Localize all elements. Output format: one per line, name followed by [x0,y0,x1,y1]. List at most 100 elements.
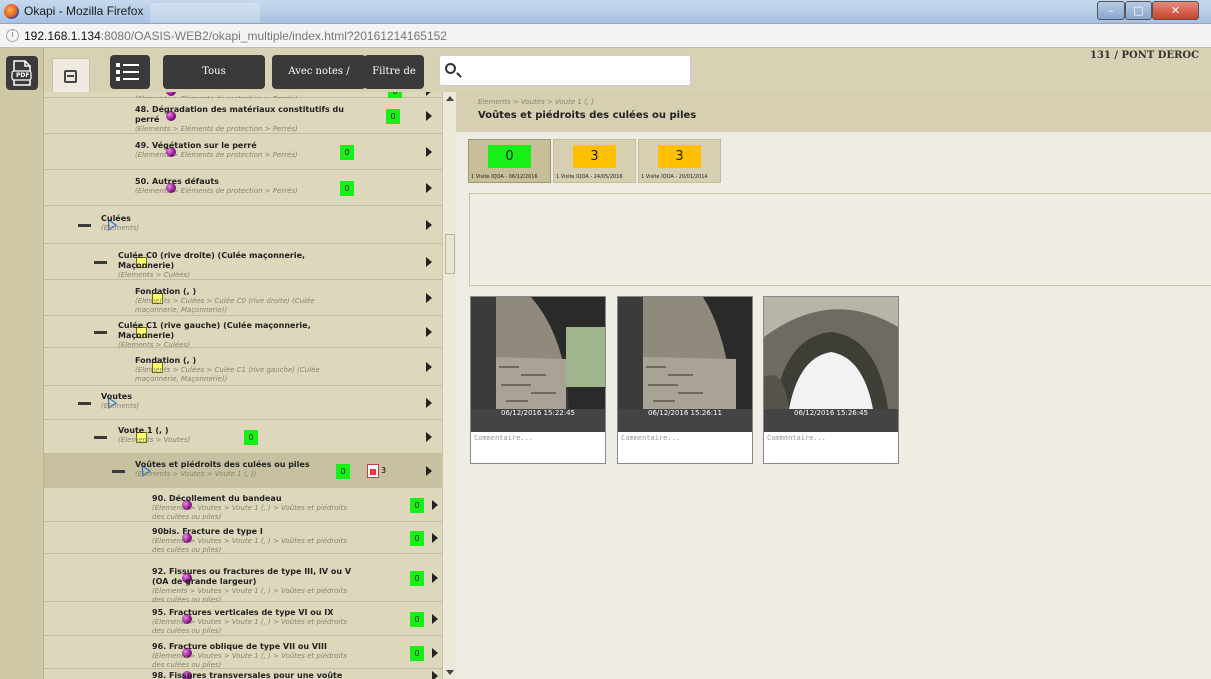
info-icon[interactable]: i [6,29,19,42]
visit-score: 3 [573,145,616,168]
photo-count: 3 [381,466,387,475]
tree-item-label: 48. Dégradation des matériaux constituti… [135,105,344,124]
tree-row[interactable]: 90. Décollement du bandeau (Elements > Vo… [44,488,442,522]
tree-item-label: Culée C1 (rive gauche) (Culée maçonnerie… [118,321,311,340]
tree-row[interactable]: Voûtes et piédroits des culées ou piles(… [44,454,442,488]
notes-area[interactable] [469,193,1211,286]
note-filter-button[interactable]: Filtre de notes [364,55,424,111]
collapse-tab[interactable] [52,58,90,92]
expand-arrow-icon[interactable] [426,183,432,193]
tree-row[interactable]: Voutes (Elements) [44,386,442,420]
tree-item-label: Fondation (, ) [135,356,197,365]
scroll-up-icon[interactable] [446,96,454,101]
expand-arrow-icon[interactable] [432,500,438,510]
tree-row[interactable]: Fondation (, ) (Elements > Culées > Culée… [44,348,442,386]
list-view-button[interactable] [110,55,150,89]
expand-arrow-icon[interactable] [426,92,432,96]
bridge-photo[interactable]: 06/12/2016 15:26:45 [764,297,898,432]
element-tree: (Elements > Eléments de protection > Per… [44,92,442,679]
filter-notes-photos-button[interactable]: Avec notes / photos [272,55,366,111]
collapse-icon[interactable] [78,224,91,227]
expand-arrow-icon[interactable] [432,671,438,679]
visit-label: 1 Visite IQOA - 24/05/2016 [556,174,623,180]
tree-row[interactable]: 92. Fissures ou fractures de type III, I… [44,554,442,604]
expand-arrow-icon[interactable] [426,220,432,230]
expand-arrow-icon[interactable] [432,533,438,543]
expand-arrow-icon[interactable] [432,573,438,583]
photo-file-icon[interactable] [367,464,379,478]
defect-count-badge: 0 [336,464,350,479]
collapse-icon[interactable] [94,261,107,264]
tree-row[interactable]: Culées (Elements) [44,206,442,244]
photo-comment-input[interactable]: Commentaire... [621,434,680,442]
page-title: Voûtes et piédroits des culées ou piles [478,110,697,121]
tree-row[interactable]: 98. Fissures transversales pour une voût… [44,669,442,679]
tree-item-label: 50. Autres défauts [135,177,219,186]
tree-row[interactable]: 90bis. Fracture de type I (Elements > Vou… [44,522,442,554]
tree-item-label: 96. Fracture oblique de type VII ou VIII [152,641,327,651]
filter-all-button[interactable]: Tous [163,55,265,89]
visit-tab[interactable]: 3 1 Visite IQOA - 24/05/2016 [553,139,636,183]
tree-row[interactable]: 95. Fractures verticales de type VI ou I… [44,602,442,636]
tree-row[interactable]: 49. Végétation sur le perré (Elements > E… [44,134,442,170]
expand-arrow-icon[interactable] [426,362,432,372]
tree-row[interactable]: Voute 1 (, ) (Elements > Voutes) 0 [44,420,442,454]
maximize-button[interactable]: □ [1125,1,1152,20]
expand-arrow-icon[interactable] [426,257,432,267]
expand-arrow-icon[interactable] [426,398,432,408]
scroll-down-icon[interactable] [446,670,454,675]
visit-tab[interactable]: 0 1 Visite IQOA - 06/12/2016 [468,139,551,183]
expand-arrow-icon[interactable] [426,327,432,337]
expand-arrow-icon[interactable] [426,111,432,121]
tree-row[interactable]: 48. Dégradation des matériaux constituti… [44,98,442,134]
photo-timestamp: 06/12/2016 15:26:11 [647,409,722,417]
expand-arrow-icon[interactable] [432,614,438,624]
tree-row[interactable]: 96. Fracture oblique de type VII ou VIII… [44,636,442,669]
bridge-photo[interactable]: 06/12/2016 15:26:11 [618,297,752,432]
bridge-photo[interactable]: 06/12/2016 15:22:45 [471,297,605,432]
tree-item-label: Culées [101,214,131,223]
tree-item-path: (Elements > Eléments de protection > Per… [135,151,298,159]
visit-tab[interactable]: 3 1 Visite IQOA - 20/01/2014 [638,139,721,183]
tree-item-label: Voûtes et piédroits des culées ou piles [135,460,310,469]
expand-arrow-icon[interactable] [426,293,432,303]
firefox-icon [4,4,19,19]
tree-row[interactable]: Fondation (, ) (Elements > Culées > Culée… [44,280,442,316]
expand-arrow-icon[interactable] [432,647,438,658]
tree-row[interactable]: Culée C0 (rive droite) (Culée maçonnerie… [44,244,442,280]
url-text[interactable]: 192.168.1.134:8080/OASIS-WEB2/okapi_mult… [24,29,447,43]
collapse-icon[interactable] [78,402,91,405]
close-button[interactable]: ✕ [1152,1,1199,20]
tree-item-label: 98. Fissures transversales pour une voût… [152,671,343,679]
scroll-thumb[interactable] [445,234,455,274]
collapse-icon[interactable] [94,331,107,334]
tree-item-path: (Elements > Voutes > Voute 1 (, ) > Voût… [152,618,347,635]
collapse-icon[interactable] [112,470,125,473]
photo-card[interactable]: 06/12/2016 15:22:45 Commentaire... [470,296,606,464]
photo-comment-input[interactable]: Commentaire... [474,434,533,442]
photo-timestamp: 06/12/2016 15:22:45 [500,409,575,417]
expand-arrow-icon[interactable] [426,466,432,476]
tree-item-path: (Elements > Eléments de protection > Per… [135,187,298,195]
defect-count-badge: 0 [410,612,424,627]
collapse-icon [64,70,77,83]
tree-item-label: Voutes [101,392,132,401]
address-bar[interactable]: i 192.168.1.134:8080/OASIS-WEB2/okapi_mu… [0,24,1211,48]
expand-arrow-icon[interactable] [426,432,432,442]
browser-tab[interactable] [150,3,260,23]
photo-card[interactable]: 06/12/2016 15:26:45 Commentaire... [763,296,899,464]
tree-row[interactable]: Culée C1 (rive gauche) (Culée maçonnerie… [44,316,442,349]
tree-scrollbar[interactable] [442,92,456,679]
tree-item-label: Voute 1 (, ) [118,426,169,435]
minimize-button[interactable]: – [1097,1,1125,20]
photo-card[interactable]: 06/12/2016 15:26:11 Commentaire... [617,296,753,464]
photo-comment-input[interactable]: Commentaire... [767,434,826,442]
tree-row[interactable]: 50. Autres défauts (Elements > Eléments d… [44,170,442,206]
expand-arrow-icon[interactable] [426,147,432,157]
tree-item-path: (Elements) [101,402,140,410]
pdf-export-button[interactable]: PDF [6,56,38,90]
tree-item-label: Fondation (, ) [135,287,197,296]
collapse-icon[interactable] [94,436,107,439]
search-input[interactable] [439,55,691,86]
tree-item-path: (Elements > Voutes > Voute 1 (, )) [135,470,257,478]
